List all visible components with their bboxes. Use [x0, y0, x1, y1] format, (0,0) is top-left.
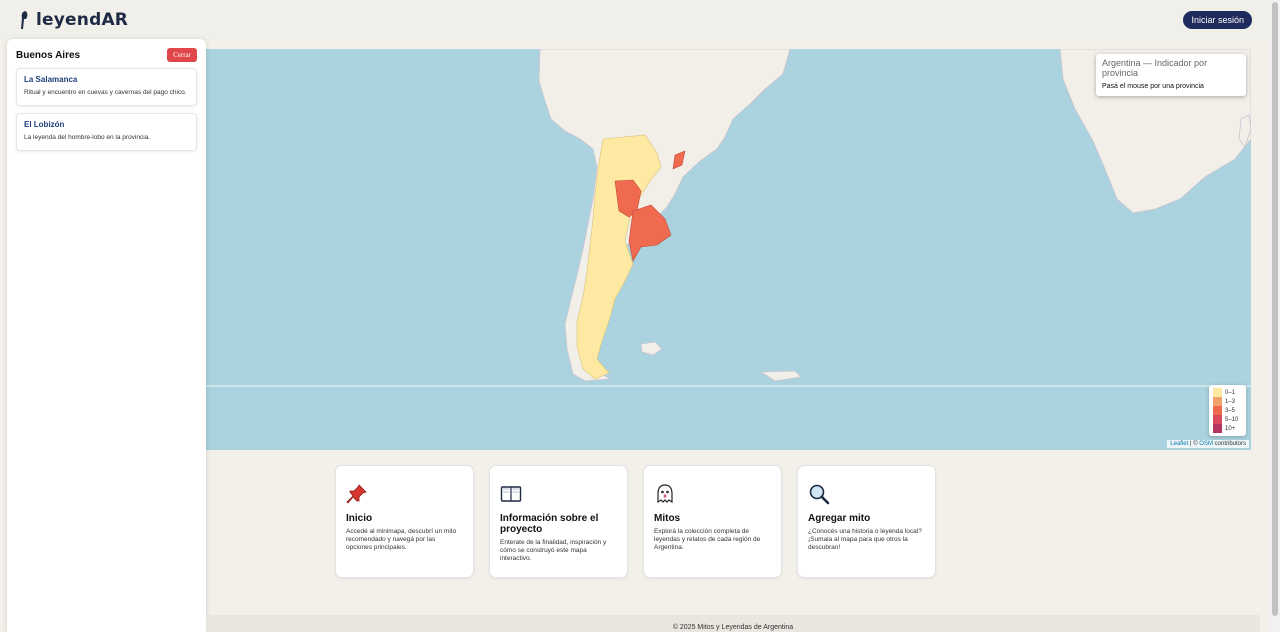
myth-title[interactable]: El Lobizón — [24, 120, 189, 129]
myth-card[interactable]: La Salamanca Ritual y encuentro en cueva… — [16, 68, 197, 106]
feature-cards: Inicio Accedé al minimapa, descubrí un m… — [335, 465, 936, 578]
card-title: Inicio — [346, 513, 373, 524]
legend-label: 3–5 — [1225, 407, 1236, 414]
quill-icon — [21, 11, 28, 29]
info-hint: Pasá el mouse por una provincia — [1102, 83, 1204, 90]
brand-name: leyendAR — [36, 10, 129, 30]
card-text: Accedé al minimapa, descubrí un mito rec… — [346, 528, 457, 551]
card-title: Información sobre el proyecto — [500, 513, 599, 535]
legend-label: 0–1 — [1225, 389, 1236, 396]
legend-row: 3–5 — [1213, 406, 1242, 415]
osm-link[interactable]: OSM — [1199, 441, 1213, 447]
card-text: Enterate de la finalidad, inspiración y … — [500, 539, 607, 562]
map-view[interactable]: Argentina — Indicador por provincia Pasá… — [205, 49, 1251, 450]
panel-header: Buenos Aires Cerrar — [16, 48, 197, 62]
legend-row: 5–10 — [1213, 415, 1242, 424]
attribution-separator: | © — [1189, 441, 1198, 447]
legend-swatch — [1213, 406, 1222, 415]
legend-label: 1–3 — [1225, 398, 1236, 405]
legend-swatch — [1213, 388, 1222, 397]
legend-row: 10+ — [1213, 424, 1242, 433]
legend-label: 10+ — [1225, 425, 1236, 432]
myth-description: La leyenda del hombre-lobo en la provinc… — [24, 134, 151, 141]
legend-label: 5–10 — [1225, 416, 1239, 423]
myth-title[interactable]: La Salamanca — [24, 75, 189, 84]
map-attribution: Leaflet | © OSM contributors — [1167, 440, 1249, 448]
card-inicio[interactable]: Inicio Accedé al minimapa, descubrí un m… — [335, 465, 474, 578]
top-header: leyendAR Iniciar sesión — [0, 0, 1270, 40]
card-title: Agregar mito — [808, 513, 871, 524]
argentina-region — [576, 134, 662, 380]
info-title: Argentina — Indicador por provincia — [1102, 58, 1208, 78]
province-side-panel: Buenos Aires Cerrar La Salamanca Ritual … — [7, 39, 206, 632]
map-info-control: Argentina — Indicador por provincia Pasá… — [1096, 54, 1246, 96]
book-icon — [500, 486, 522, 502]
attribution-contributors: contributors — [1214, 441, 1246, 447]
card-informacion[interactable]: Información sobre el proyecto Enterate d… — [489, 465, 628, 578]
card-title: Mitos — [654, 513, 681, 524]
card-text: ¿Conocés una historia o leyenda local? ¡… — [808, 528, 922, 551]
myth-description: Ritual y encuentro en cuevas y cavernas … — [24, 89, 187, 96]
card-agregar-mito[interactable]: Agregar mito ¿Conocés una historia o ley… — [797, 465, 936, 578]
card-text: Explorá la colección completa de leyenda… — [654, 528, 761, 551]
map-base-layer — [205, 49, 1251, 387]
card-mitos[interactable]: Mitos Explorá la colección completa de l… — [643, 465, 782, 578]
myth-card[interactable]: El Lobizón La leyenda del hombre-lobo en… — [16, 113, 197, 151]
legend-swatch — [1213, 424, 1222, 433]
ghost-icon — [657, 484, 673, 504]
landmass-south-america — [538, 49, 791, 382]
map-legend: 0–1 1–3 3–5 5–10 10+ — [1209, 385, 1246, 436]
legend-row: 1–3 — [1213, 397, 1242, 406]
landmass-georgias — [759, 370, 802, 382]
province-buenos-aires — [628, 204, 672, 262]
leaflet-link[interactable]: Leaflet — [1170, 441, 1188, 447]
footer-copyright: © 2025 Mitos y Leyendas de Argentina — [672, 624, 794, 631]
legend-swatch — [1213, 397, 1222, 406]
scrollbar-thumb[interactable] — [1272, 2, 1278, 616]
legend-swatch — [1213, 415, 1222, 424]
magnifier-icon — [809, 484, 830, 505]
brand-logo[interactable]: leyendAR — [18, 10, 128, 30]
legend-row: 0–1 — [1213, 388, 1242, 397]
page-footer: © 2025 Mitos y Leyendas de Argentina — [206, 615, 1260, 632]
close-panel-button[interactable]: Cerrar — [167, 48, 197, 62]
pushpin-icon — [346, 484, 367, 504]
page-scrollbar[interactable] — [1270, 0, 1280, 632]
panel-title: Buenos Aires — [16, 49, 81, 61]
landmass-malvinas — [640, 341, 663, 356]
login-button[interactable]: Iniciar sesión — [1183, 11, 1252, 29]
